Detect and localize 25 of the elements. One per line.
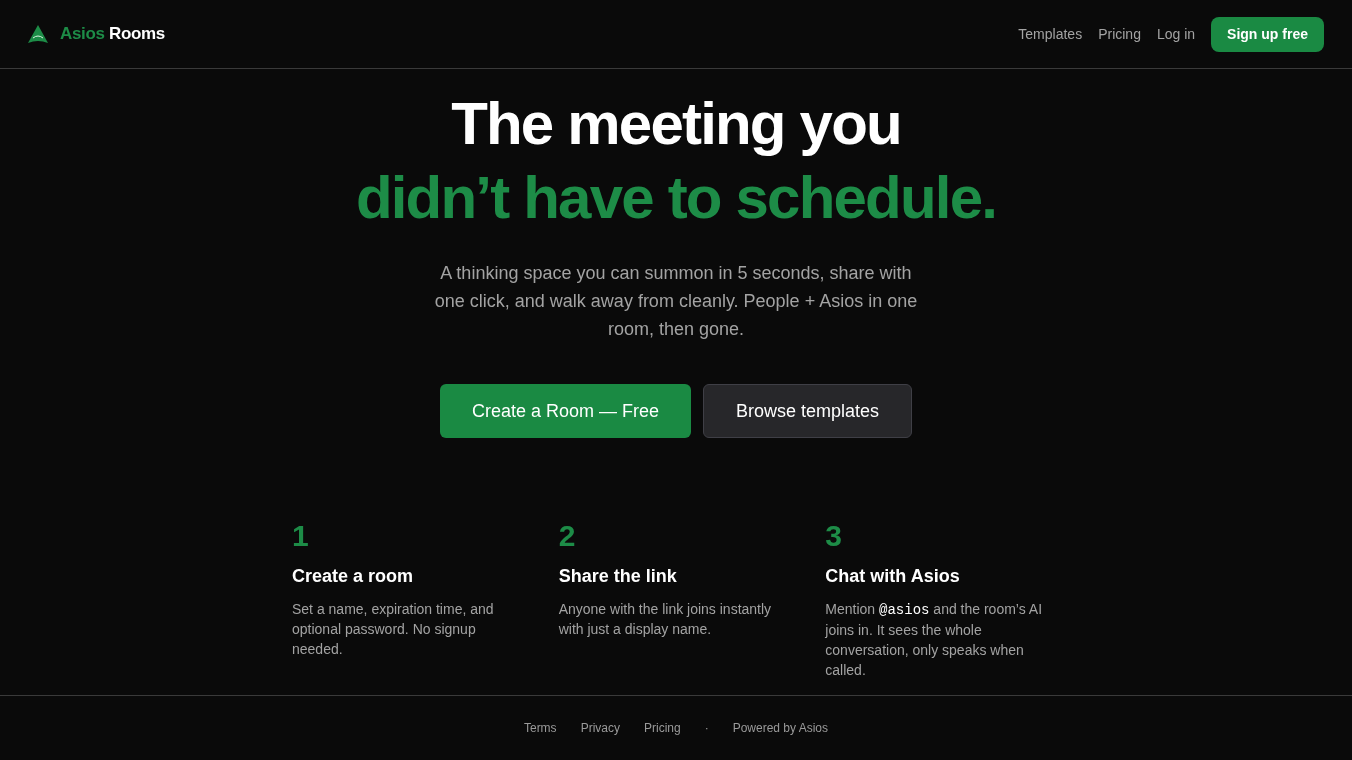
hero-title-line: didn’t have to schedule. xyxy=(355,163,997,233)
step-title: Share the link xyxy=(558,565,677,588)
triangle-logo-icon xyxy=(28,24,48,44)
nav-link[interactable]: Templates xyxy=(1018,23,1083,45)
footer-link[interactable]: Terms xyxy=(523,719,557,737)
nav-link[interactable]: Log in xyxy=(1156,23,1196,45)
footer-link[interactable]: Privacy xyxy=(580,719,620,737)
step-number: 1 xyxy=(292,518,309,554)
browse-templates-button[interactable]: Browse templates xyxy=(703,384,913,438)
sign-up-button[interactable]: Sign up free xyxy=(1211,16,1324,52)
footer-link[interactable]: Pricing xyxy=(643,719,681,737)
create-room-button[interactable]: Create a Room — Free xyxy=(439,384,691,438)
step-title: Chat with Asios xyxy=(825,565,960,588)
brand-name[interactable]: Asios Rooms xyxy=(60,21,165,47)
step-number: 2 xyxy=(558,518,576,554)
step-number: 3 xyxy=(825,518,842,554)
step-description: Set a name, expiration time, and optional password. No signup needed. xyxy=(292,600,495,659)
separator-dot: · xyxy=(704,720,709,737)
powered-by-text: Powered by Asios xyxy=(732,720,829,737)
step-title: Create a room xyxy=(292,565,414,588)
step-description: Mention @asios and the room’s AI joins in. It sees the whole conversation, only speaks when called. xyxy=(825,600,1044,680)
hero-subtitle: A thinking space you can summon in 5 seconds, share with one click, and walk away from cleanly. People + Asios in one room, then gone. xyxy=(433,262,919,341)
nav-link[interactable]: Pricing xyxy=(1098,23,1141,45)
hero-title-line: The meeting you xyxy=(450,89,902,159)
step-description: Anyone with the link joins instantly with just a display name. xyxy=(558,600,773,639)
